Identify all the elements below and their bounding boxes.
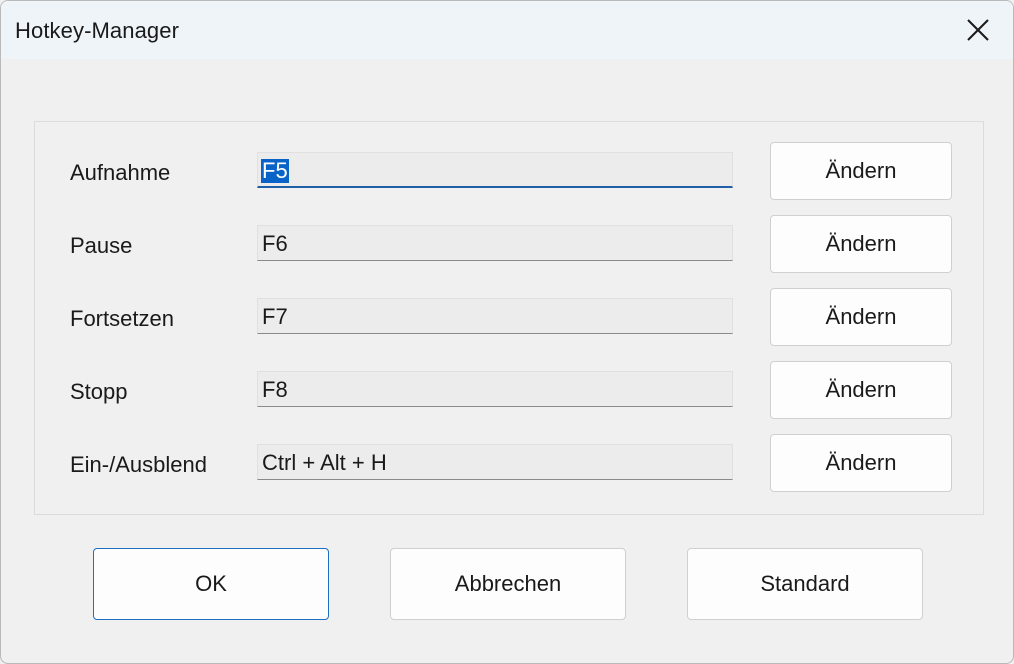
hotkey-row-aufnahme: Aufnahme F5 Ändern (35, 142, 983, 202)
hotkey-group: Aufnahme F5 Ändern Pause F6 Ändern Forts… (34, 121, 984, 515)
hotkey-field-aufnahme[interactable]: F5 (257, 152, 733, 188)
hotkey-row-pause: Pause F6 Ändern (35, 215, 983, 275)
change-button-einausblend[interactable]: Ändern (770, 434, 952, 492)
hotkey-row-stopp: Stopp F8 Ändern (35, 361, 983, 421)
hotkey-value: F7 (262, 304, 288, 329)
hotkey-field-fortsetzen[interactable]: F7 (257, 298, 733, 334)
hotkey-value: Ctrl + Alt + H (262, 450, 387, 475)
cancel-button[interactable]: Abbrechen (390, 548, 626, 620)
hotkey-row-einausblend: Ein-/Ausblend Ctrl + Alt + H Ändern (35, 434, 983, 494)
hotkey-label: Stopp (70, 379, 128, 404)
hotkey-field-einausblend[interactable]: Ctrl + Alt + H (257, 444, 733, 480)
default-button[interactable]: Standard (687, 548, 923, 620)
hotkey-row-fortsetzen: Fortsetzen F7 Ändern (35, 288, 983, 348)
hotkey-label: Aufnahme (70, 160, 171, 185)
hotkey-field-pause[interactable]: F6 (257, 225, 733, 261)
close-icon (967, 19, 989, 41)
hotkey-value: F5 (261, 158, 289, 183)
change-button-fortsetzen[interactable]: Ändern (770, 288, 952, 346)
ok-button[interactable]: OK (93, 548, 329, 620)
close-button[interactable] (943, 1, 1013, 59)
hotkey-label: Ein-/Ausblend (70, 452, 207, 477)
hotkey-value: F8 (262, 377, 288, 402)
hotkey-label: Pause (70, 233, 133, 258)
change-button-stopp[interactable]: Ändern (770, 361, 952, 419)
change-button-aufnahme[interactable]: Ändern (770, 142, 952, 200)
window-title: Hotkey-Manager (15, 18, 180, 43)
hotkey-field-stopp[interactable]: F8 (257, 371, 733, 407)
hotkey-label: Fortsetzen (70, 306, 174, 331)
change-button-pause[interactable]: Ändern (770, 215, 952, 273)
hotkey-value: F6 (262, 231, 288, 256)
hotkey-manager-dialog: Hotkey-Manager Aufnahme F5 Ändern Pause … (0, 0, 1014, 664)
title-bar: Hotkey-Manager (1, 1, 1013, 59)
